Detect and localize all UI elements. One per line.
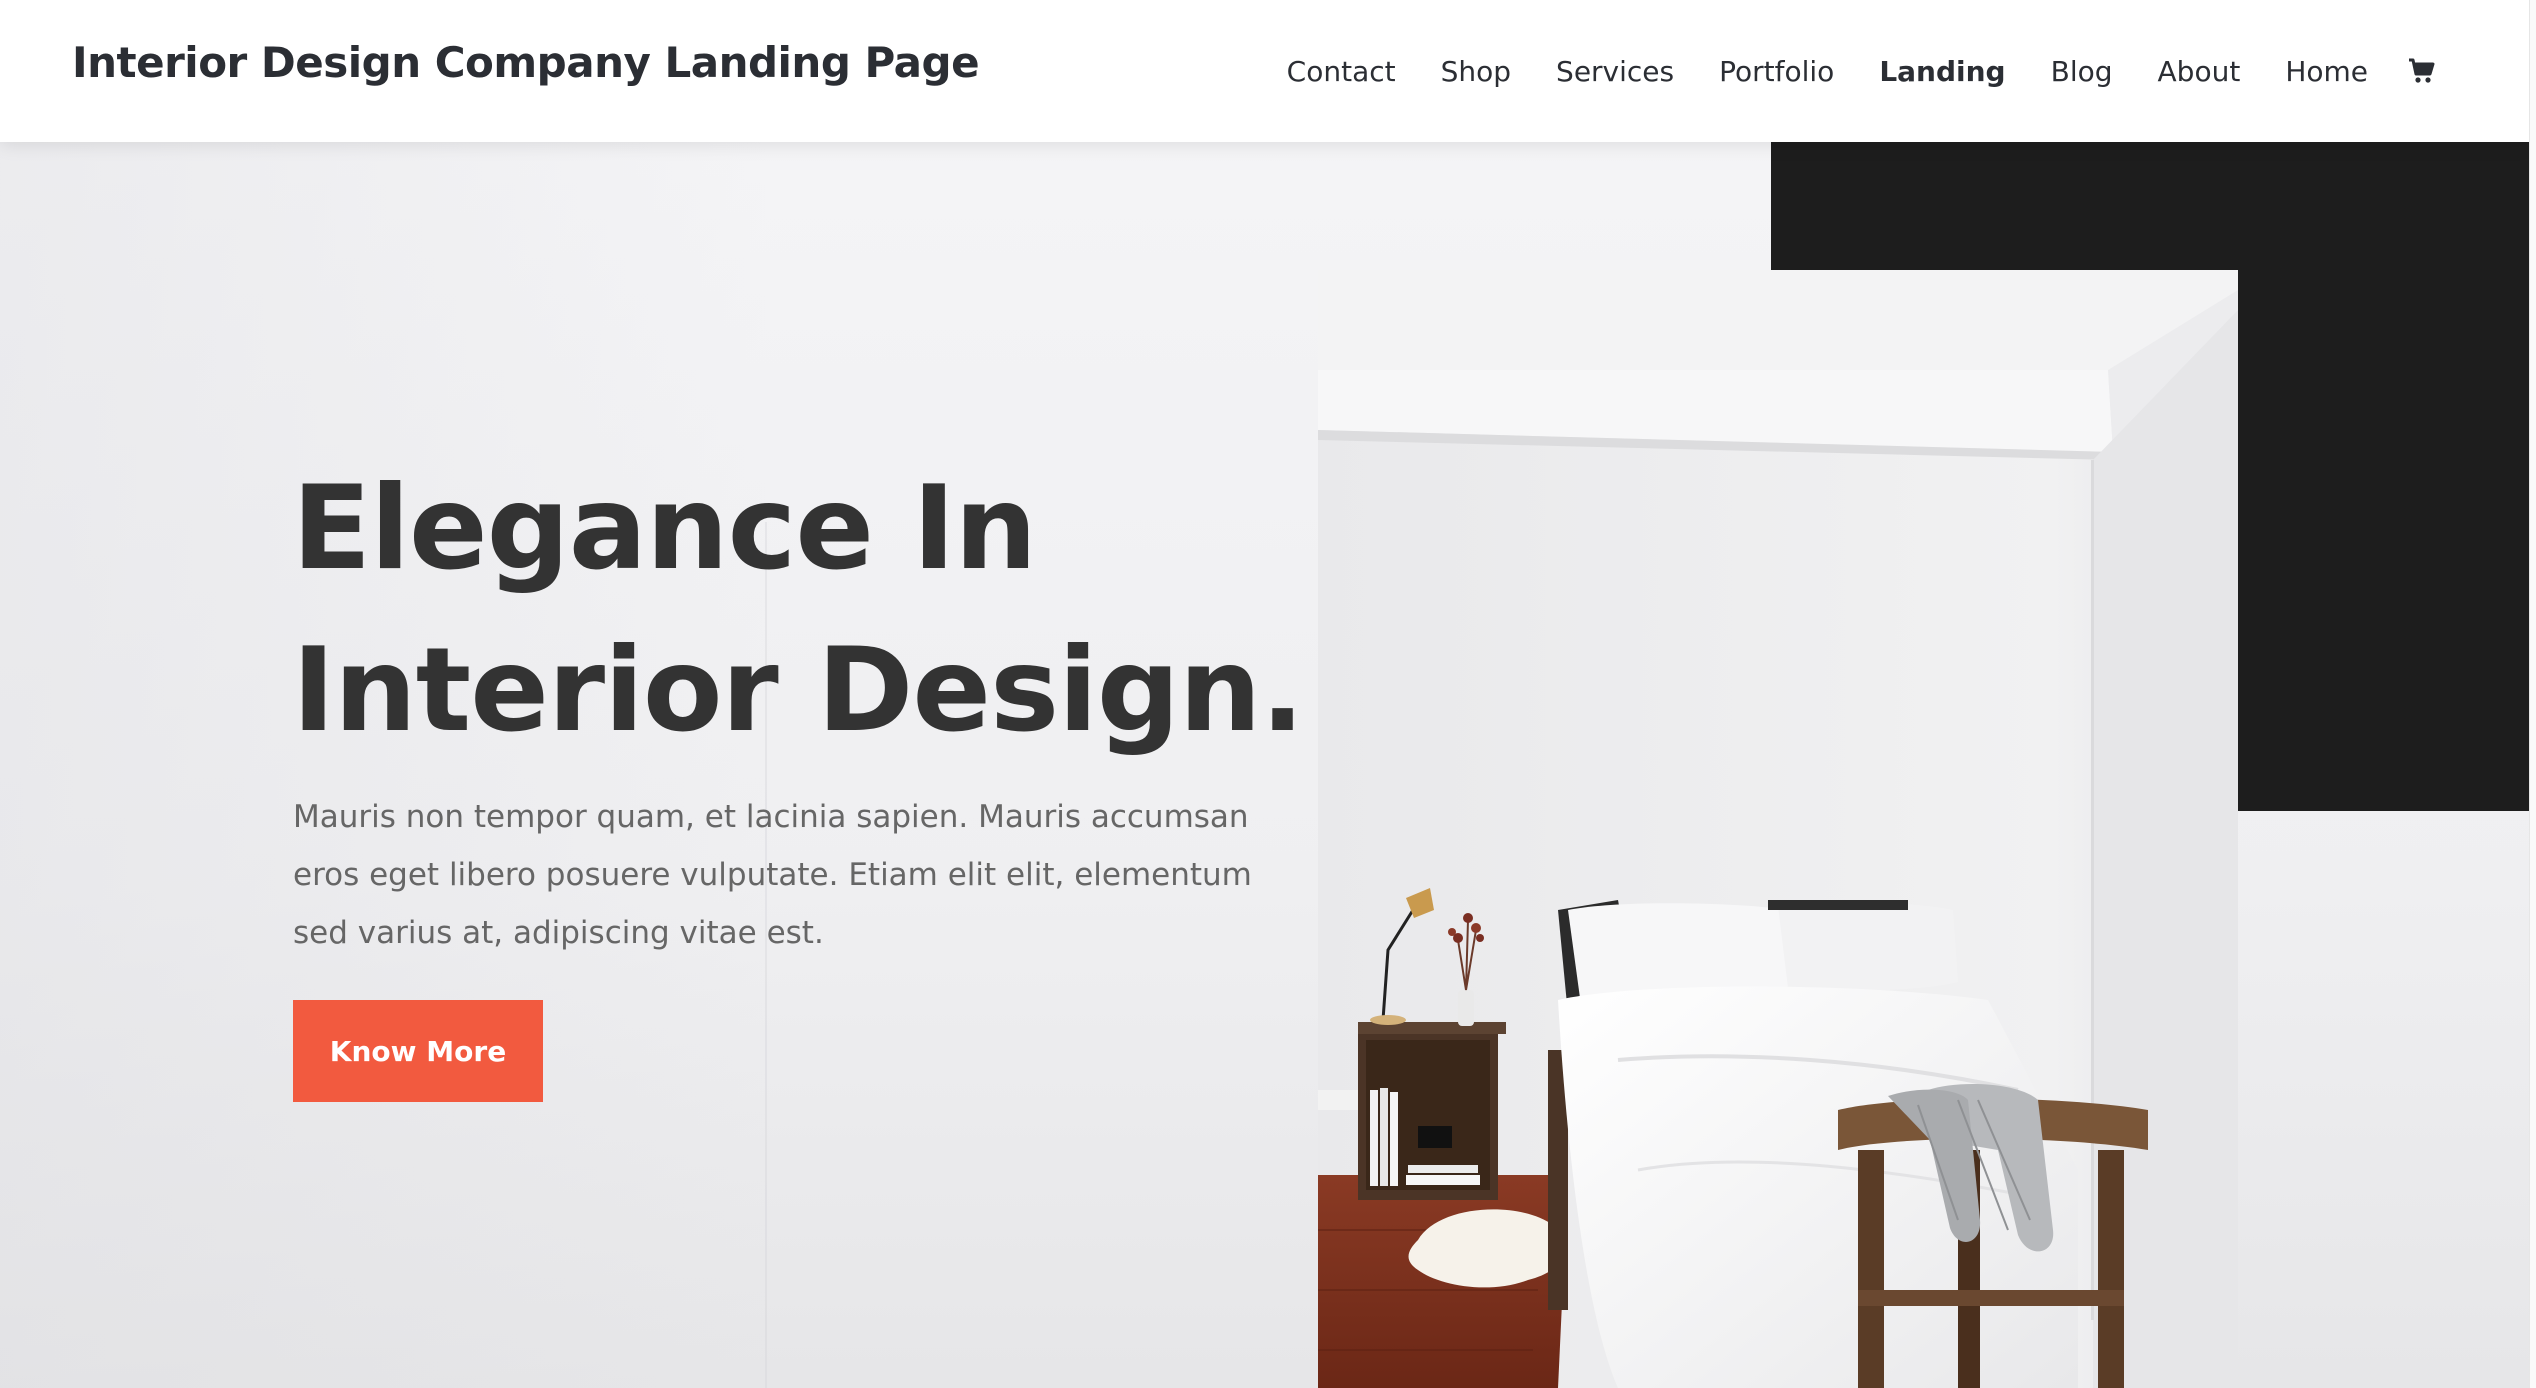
site-header: Interior Design Company Landing Page Con…: [0, 0, 2530, 142]
nav-item-shop[interactable]: Shop: [1441, 55, 1511, 88]
shopping-cart-icon[interactable]: [2408, 57, 2436, 85]
nav-item-home[interactable]: Home: [2285, 55, 2368, 88]
hero-lead-text: Mauris non tempor quam, et lacinia sapie…: [293, 799, 1252, 951]
nav-item-portfolio[interactable]: Portfolio: [1719, 55, 1834, 88]
site-title[interactable]: Interior Design Company Landing Page: [72, 38, 980, 87]
bedroom-photo: [1318, 270, 2238, 1388]
nav-item-about[interactable]: About: [2158, 55, 2241, 88]
hero-headline: Elegance In Interior Design.: [292, 448, 1305, 772]
nav-item-services[interactable]: Services: [1556, 55, 1674, 88]
hero-headline-line-2: Interior Design.: [292, 623, 1305, 758]
know-more-button[interactable]: Know More: [293, 1000, 543, 1102]
page: Interior Design Company Landing Page Con…: [0, 0, 2536, 1388]
nav-item-landing[interactable]: Landing: [1879, 55, 2005, 88]
hero-headline-line-1: Elegance In: [292, 461, 1037, 596]
nav-item-contact[interactable]: Contact: [1287, 55, 1396, 88]
scrollbar[interactable]: [2529, 0, 2536, 1388]
main-nav: Contact Shop Services Portfolio Landing …: [1242, 0, 2436, 142]
nav-item-blog[interactable]: Blog: [2051, 55, 2113, 88]
